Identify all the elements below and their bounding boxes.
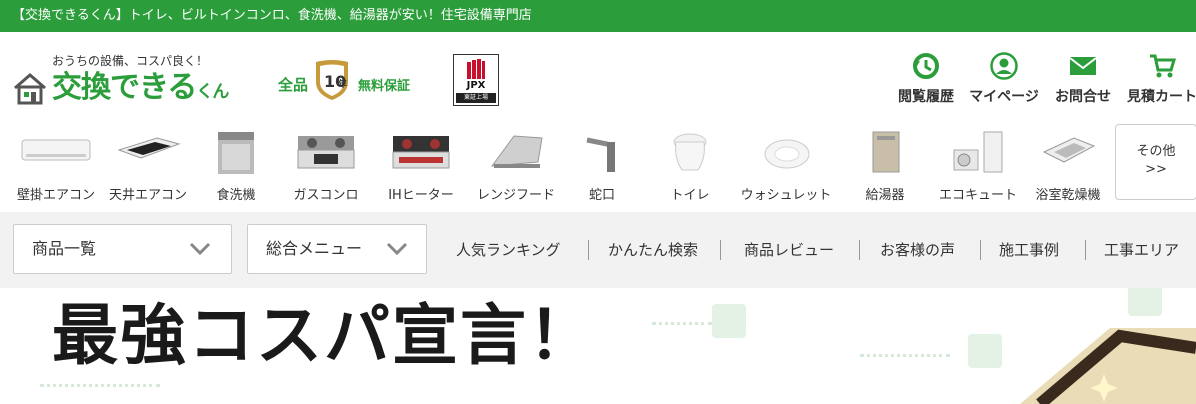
bathroom-dryer-icon [1042, 137, 1096, 163]
dishwasher-icon [218, 132, 254, 174]
category-water-heater[interactable]: 給湯器 [846, 128, 924, 204]
category-dishwasher[interactable]: 食洗機 [196, 128, 276, 204]
category-bathroom-dryer[interactable]: 浴室乾燥機 [1026, 128, 1110, 204]
hero-decoration-graphic [1020, 328, 1196, 404]
estimate-cart-link[interactable]: 見積カート [1122, 52, 1196, 112]
main-menu-bar: 商品一覧 総合メニュー 人気ランキング かんたん検索 商品レビュー お客様の声 … [0, 212, 1196, 288]
menu-divider [980, 240, 981, 260]
logo-brand-text: 交換できるくん [52, 70, 229, 105]
menu-divider [720, 240, 721, 260]
mypage-link[interactable]: マイページ [966, 52, 1042, 112]
contact-link[interactable]: お問合せ [1051, 52, 1115, 112]
category-faucet[interactable]: 蛇口 [566, 128, 638, 204]
jpx-logo-icon [467, 59, 485, 79]
site-announcement-bar: 【交換できるくん】トイレ、ビルトインコンロ、食洗機、給湯器が安い！住宅設備専門店 [0, 0, 1196, 32]
jpx-badge: JPX 東証上場 [453, 54, 499, 106]
gas-stove-icon [297, 136, 355, 169]
warranty-year-unit: 年 [338, 78, 347, 90]
category-wall-aircon[interactable]: 壁掛エアコン [8, 128, 104, 204]
cart-icon [1150, 54, 1176, 78]
decorative-dots [40, 384, 160, 388]
shield-icon: 10 年 [316, 60, 348, 100]
category-toilet[interactable]: トイレ [650, 128, 730, 204]
category-ceiling-aircon[interactable]: 天井エアコン [102, 128, 194, 204]
menu-divider [588, 240, 589, 260]
case-study-link[interactable]: 施工事例 [999, 236, 1059, 264]
chevron-down-icon [189, 242, 211, 256]
history-icon [913, 53, 939, 79]
service-area-link[interactable]: 工事エリア [1104, 236, 1179, 264]
washlet-icon [764, 139, 810, 169]
range-hood-icon [490, 135, 543, 168]
hero-title: 最強コスパ宣言！ [52, 297, 596, 374]
user-icon [990, 52, 1018, 80]
general-menu-dropdown[interactable]: 総合メニュー [247, 224, 427, 274]
ranking-link[interactable]: 人気ランキング [456, 236, 561, 264]
ceiling-aircon-icon [117, 137, 181, 159]
toilet-icon [673, 133, 707, 171]
menu-divider [1085, 240, 1086, 260]
history-link[interactable]: 閲覧履歴 [896, 52, 956, 112]
category-range-hood[interactable]: レンジフード [468, 128, 564, 204]
category-ecocute[interactable]: エコキュート [926, 128, 1030, 204]
mail-icon [1069, 57, 1097, 75]
product-list-dropdown[interactable]: 商品一覧 [13, 224, 232, 274]
category-gas-stove[interactable]: ガスコンロ [282, 128, 370, 204]
ih-heater-icon [392, 136, 450, 169]
category-more-button[interactable]: その他 >> [1115, 124, 1196, 200]
hero-banner: 最強コスパ宣言！ [0, 288, 1196, 404]
warranty-badge: 全品 10 年 無料保証 [278, 56, 444, 104]
jpx-text: JPX [466, 80, 486, 91]
easy-search-link[interactable]: かんたん検索 [608, 236, 698, 264]
house-logo-icon [14, 73, 46, 105]
wall-aircon-icon [21, 139, 91, 161]
house-deco-icon [712, 304, 746, 338]
site-logo[interactable]: おうちの設備、コスパ良く！ 交換できるくん [12, 46, 272, 122]
water-heater-icon [872, 131, 900, 173]
site-header: おうちの設備、コスパ良く！ 交換できるくん 全品 10 年 無料保証 JPX 東… [0, 32, 1196, 122]
customer-voice-link[interactable]: お客様の声 [880, 236, 955, 264]
product-review-link[interactable]: 商品レビュー [744, 236, 834, 264]
warranty-left-text: 全品 [278, 76, 309, 94]
category-row: 壁掛エアコン 天井エアコン 食洗機 ガスコンロ IHヒーター レンジフード 蛇口… [0, 122, 1196, 210]
decorative-dots [652, 322, 712, 326]
category-washlet[interactable]: ウォシュレット [734, 128, 838, 204]
jpx-subtext: 東証上場 [456, 93, 496, 103]
category-ih-heater[interactable]: IHヒーター [376, 128, 466, 204]
warranty-right-text: 無料保証 [358, 79, 411, 94]
faucet-icon [586, 137, 615, 172]
menu-divider [859, 240, 860, 260]
logo-tagline: おうちの設備、コスパ良く！ [52, 54, 209, 68]
decorative-dots [860, 354, 950, 358]
chevron-down-icon [386, 242, 408, 256]
ecocute-icon [953, 131, 1003, 173]
